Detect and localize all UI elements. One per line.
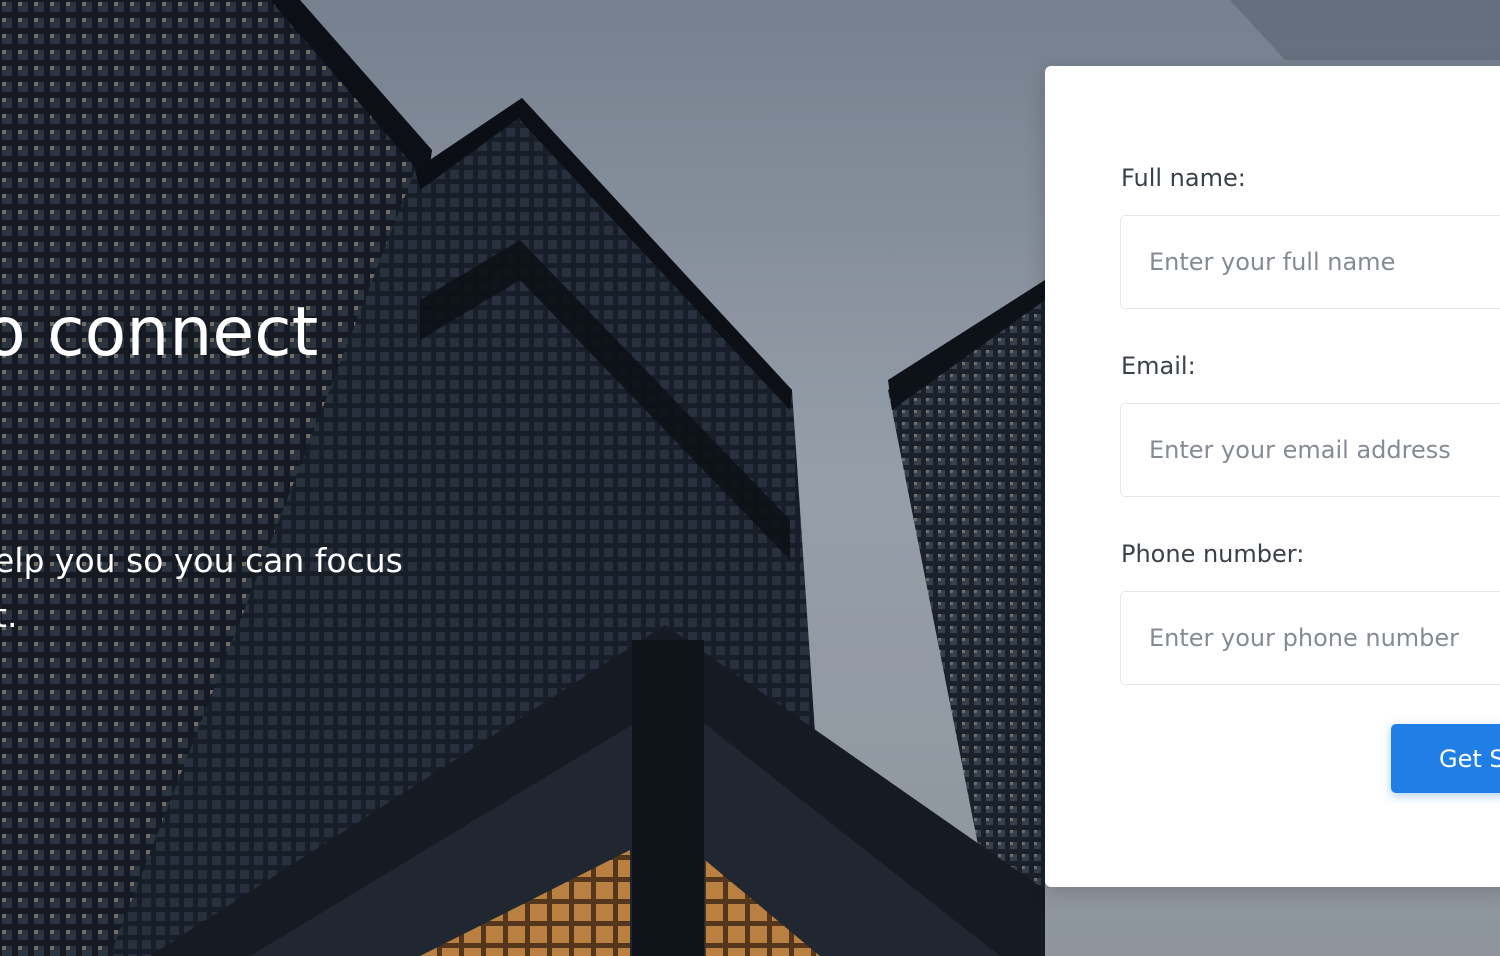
email-input[interactable]	[1120, 403, 1500, 497]
phone-input[interactable]	[1120, 591, 1500, 685]
signup-form-card: Full name: Email: Phone number: Get S	[1045, 66, 1500, 887]
email-label: Email:	[1121, 352, 1196, 380]
full-name-label: Full name:	[1121, 164, 1246, 192]
get-started-button[interactable]: Get S	[1391, 724, 1500, 793]
landing-page: o connect elp you so you can focus t. Fu…	[0, 0, 1500, 956]
phone-label: Phone number:	[1121, 540, 1305, 568]
hero-description: elp you so you can focus t.	[0, 541, 403, 635]
hero-heading: o connect	[0, 293, 319, 372]
full-name-input[interactable]	[1120, 215, 1500, 309]
